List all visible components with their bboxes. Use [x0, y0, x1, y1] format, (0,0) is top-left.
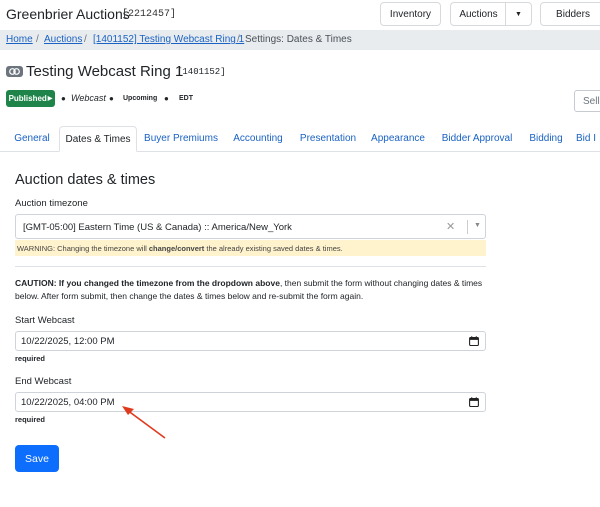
- timezone-value: [GMT-05:00] Eastern Time (US & Canada) :…: [23, 222, 292, 233]
- caret-right-icon: ▶: [47, 96, 53, 102]
- breadcrumb-separator: /: [36, 34, 39, 45]
- save-button[interactable]: Save: [15, 445, 59, 472]
- bullet-icon: ●: [61, 94, 66, 103]
- link-icon: [6, 66, 23, 77]
- meta-webcast: Webcast: [71, 93, 106, 103]
- calendar-icon[interactable]: [469, 336, 479, 346]
- timezone-select[interactable]: [GMT-05:00] Eastern Time (US & Canada) :…: [15, 214, 486, 239]
- clear-icon[interactable]: ✕: [446, 220, 455, 233]
- status-label: Published: [8, 94, 47, 103]
- end-required-note: required: [15, 415, 46, 424]
- breadcrumb-separator: /: [84, 34, 87, 45]
- warning-text-end: the already existing saved dates & times…: [204, 244, 343, 253]
- bidders-button[interactable]: Bidders: [540, 2, 600, 26]
- tab-presentation[interactable]: Presentation: [295, 126, 361, 151]
- timezone-label: Auction timezone: [15, 198, 88, 209]
- status-dropdown-button[interactable]: Published ▶: [6, 90, 55, 107]
- tab-bidder-approval[interactable]: Bidder Approval: [437, 126, 517, 151]
- tab-appearance[interactable]: Appearance: [367, 126, 429, 151]
- calendar-icon[interactable]: [469, 397, 479, 407]
- breadcrumb-current: Settings: Dates & Times: [245, 34, 352, 45]
- breadcrumb-separator: /: [237, 34, 240, 45]
- bullet-icon: ●: [109, 94, 114, 103]
- tab-bidding[interactable]: Bidding: [524, 126, 568, 151]
- timezone-warning: WARNING: Changing the timezone will chan…: [15, 240, 486, 256]
- tab-dates-times[interactable]: Dates & Times: [59, 126, 137, 152]
- meta-timezone: EDT: [179, 95, 193, 102]
- breadcrumb-auctions[interactable]: Auctions: [44, 34, 82, 45]
- settings-tabs: General Dates & Times Buyer Premiums Acc…: [0, 126, 600, 152]
- auction-id: [1401152]: [177, 67, 226, 77]
- tab-accounting[interactable]: Accounting: [227, 126, 289, 151]
- breadcrumb-auction[interactable]: [1401152] Testing Webcast Ring 1: [93, 34, 244, 45]
- caution-bold: CAUTION: If you changed the timezone fro…: [15, 278, 280, 288]
- start-webcast-label: Start Webcast: [15, 315, 75, 326]
- seller-button[interactable]: Selle: [574, 90, 600, 112]
- caution-note: CAUTION: If you changed the timezone fro…: [15, 277, 490, 302]
- account-id: [2212457]: [122, 9, 177, 20]
- inventory-button[interactable]: Inventory: [380, 2, 441, 26]
- breadcrumb: Home / Auctions / [1401152] Testing Webc…: [0, 30, 600, 50]
- warning-bold: change/convert: [148, 244, 205, 253]
- auctions-button[interactable]: Auctions: [450, 2, 506, 26]
- start-webcast-input[interactable]: 10/22/2025, 12:00 PM: [15, 331, 486, 351]
- warning-text: WARNING: Changing the timezone will: [17, 244, 149, 253]
- tab-general[interactable]: General: [8, 126, 56, 151]
- start-required-note: required: [15, 354, 46, 363]
- section-heading: Auction dates & times: [15, 172, 156, 188]
- tab-bid-increments[interactable]: Bid I: [576, 126, 600, 151]
- tab-buyer-premiums[interactable]: Buyer Premiums: [141, 126, 221, 151]
- end-webcast-value: 10/22/2025, 04:00 PM: [21, 397, 115, 408]
- bullet-icon: ●: [164, 94, 169, 103]
- start-webcast-value: 10/22/2025, 12:00 PM: [21, 336, 115, 347]
- select-divider: [467, 220, 468, 234]
- top-bar: Greenbrier Auctions [2212457] Inventory …: [0, 0, 600, 29]
- page-title: Testing Webcast Ring 1: [26, 63, 184, 80]
- auctions-dropdown-toggle[interactable]: ▼: [505, 2, 532, 26]
- divider: [15, 266, 486, 267]
- end-webcast-input[interactable]: 10/22/2025, 04:00 PM: [15, 392, 486, 412]
- brand-name[interactable]: Greenbrier Auctions: [6, 6, 130, 22]
- breadcrumb-home[interactable]: Home: [6, 34, 33, 45]
- meta-upcoming: Upcoming: [123, 95, 158, 102]
- caret-down-icon: ▼: [515, 10, 522, 18]
- end-webcast-label: End Webcast: [15, 376, 72, 387]
- chevron-down-icon[interactable]: ▼: [474, 222, 481, 229]
